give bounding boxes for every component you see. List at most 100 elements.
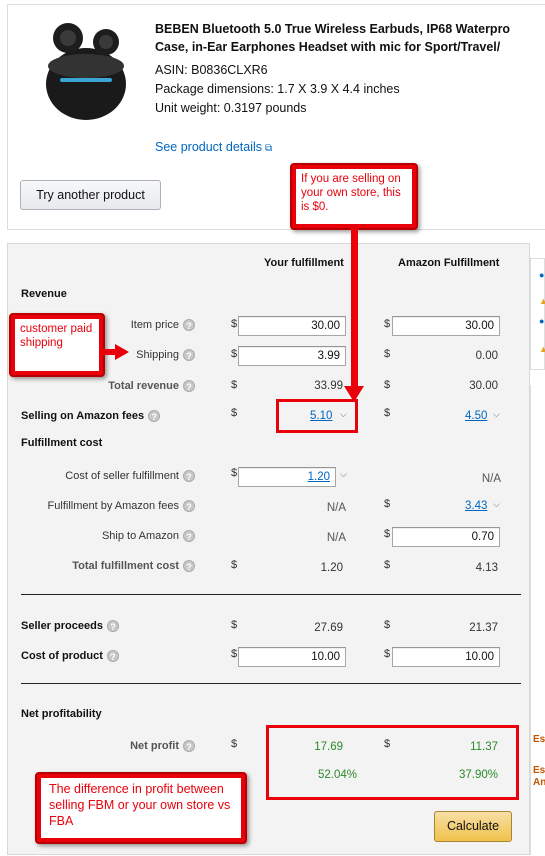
item-price-label: Item price? [131,319,195,331]
chevron-down-icon[interactable]: ⌵ [493,409,500,420]
total-revenue-text: Total revenue [108,380,179,392]
shipping-text: Shipping [136,349,179,361]
column-header-amazon-fulfillment: Amazon Fulfillment [398,257,500,269]
selling-fees-label: Selling on Amazon fees? [21,410,161,422]
product-weight: Unit weight: 0.3197 pounds [155,101,307,115]
seller-proceeds-text: Seller proceeds [21,620,103,632]
try-another-product-button[interactable]: Try another product [20,180,161,210]
see-product-details-link[interactable]: See product details ⧉ [155,140,272,154]
callout-difference: The difference in profit between selling… [35,772,247,844]
calculate-button[interactable]: Calculate [434,811,512,842]
help-icon[interactable]: ? [183,560,195,572]
product-asin: ASIN: B0836CLXR6 [155,63,268,77]
item-price-input-yours[interactable]: 30.00 [238,316,346,336]
details-link-label[interactable]: See product details [155,140,262,154]
cost-seller-fulfillment-label: Cost of seller fulfillment? [65,470,195,482]
product-title-line2: Case, in-Ear Earphones Headset with mic … [155,40,501,54]
arrow-shaft [351,228,358,388]
product-dimensions: Package dimensions: 1.7 X 3.9 X 4.4 inch… [155,82,400,96]
help-icon[interactable]: ? [183,470,195,482]
callout-customer-paid-text: customer paid shipping [15,319,99,371]
seller-proceeds-yours: 27.69 [314,622,343,634]
column-header-your-fulfillment: Your fulfillment [264,257,344,269]
total-fulfillment-amazon: 4.13 [475,562,498,574]
seller-proceeds-amazon: 21.37 [469,622,498,634]
currency-symbol: $ [384,528,391,540]
net-profit-text: Net profit [130,740,179,752]
item-price-input-amazon[interactable]: 30.00 [392,316,500,336]
external-link-icon: ⧉ [265,143,273,154]
ship-to-amazon-text: Ship to Amazon [101,530,179,542]
cost-of-product-label: Cost of product? [21,650,119,662]
currency-symbol: $ [384,407,391,419]
chevron-down-icon[interactable]: ⌵ [340,469,347,480]
side-label: An [533,777,545,788]
help-icon[interactable]: ? [183,740,195,752]
help-icon[interactable]: ? [183,530,195,542]
total-fulfillment-label: Total fulfillment cost? [72,560,195,572]
arrow-down-icon [344,386,364,402]
highlight-box-profit [266,725,519,800]
currency-symbol: $ [231,648,238,660]
warning-icon: ▲ [539,344,545,354]
arrow-right-icon [115,344,129,360]
cost-of-product-text: Cost of product [21,650,103,662]
help-icon[interactable]: ? [183,319,195,331]
callout-own-store: If you are selling on your own store, th… [290,163,418,230]
selling-fees-text: Selling on Amazon fees [21,410,145,422]
total-fulfillment-yours: 1.20 [320,562,343,574]
ship-to-amazon-label: Ship to Amazon? [102,530,195,542]
cost-of-product-input-yours[interactable]: 10.00 [238,647,346,667]
product-title-line1: BEBEN Bluetooth 5.0 True Wireless Earbud… [155,22,511,36]
help-icon[interactable]: ? [183,380,195,392]
chevron-down-icon[interactable]: ⌵ [493,499,500,510]
section-revenue: Revenue [21,288,67,300]
total-fulfillment-text: Total fulfillment cost [72,560,179,572]
fba-fees-label: Fulfillment by Amazon fees? [48,500,195,512]
callout-difference-text: The difference in profit between selling… [41,778,241,838]
side-label: Es [533,734,545,745]
selling-fees-link-amazon[interactable]: 4.50 [465,410,487,422]
fba-fees-yours: N/A [326,502,346,514]
net-profit-label: Net profit? [130,740,195,752]
fba-fees-text: Fulfillment by Amazon fees [47,500,179,512]
currency-symbol: $ [231,318,238,330]
help-icon[interactable]: ? [106,650,119,662]
callout-own-store-text: If you are selling on your own store, th… [296,169,412,224]
warning-icon: ▲ [539,296,545,306]
currency-symbol: $ [231,407,238,419]
cost-seller-fulfillment-amazon: N/A [481,473,501,485]
section-net-profitability: Net profitability [21,708,102,720]
cost-of-product-input-amazon[interactable]: 10.00 [392,647,500,667]
shipping-value-amazon: 0.00 [475,350,498,362]
fba-fees-link-amazon[interactable]: 3.43 [465,500,487,512]
info-icon: ● [539,270,545,280]
total-revenue-yours: 33.99 [314,380,343,392]
seller-proceeds-label: Seller proceeds? [21,620,119,632]
ship-to-amazon-yours: N/A [326,532,346,544]
shipping-input-yours[interactable]: 3.99 [238,346,346,366]
ship-to-amazon-input[interactable]: 0.70 [392,527,500,547]
currency-symbol: $ [384,498,391,510]
currency-symbol: $ [384,648,391,660]
currency-symbol: $ [384,318,391,330]
highlight-box-selling-fees [276,399,358,433]
help-icon[interactable]: ? [183,500,195,512]
total-revenue-amazon: 30.00 [469,380,498,392]
callout-customer-paid: customer paid shipping [9,313,105,377]
item-price-text: Item price [130,319,179,331]
shipping-label: Shipping? [136,349,195,361]
info-icon: ● [539,316,545,326]
currency-symbol: $ [231,467,238,479]
help-icon[interactable]: ? [148,410,161,422]
currency-symbol: $ [231,348,238,360]
product-image [46,23,126,120]
divider [21,594,521,595]
total-revenue-label: Total revenue? [108,380,195,392]
help-icon[interactable]: ? [106,620,119,632]
help-icon[interactable]: ? [183,349,195,361]
side-label: Es [533,765,545,776]
cost-seller-fulfillment-input[interactable]: 1.20 [238,467,336,487]
cost-seller-fulfillment-text: Cost of seller fulfillment [65,470,179,482]
divider [21,683,521,684]
